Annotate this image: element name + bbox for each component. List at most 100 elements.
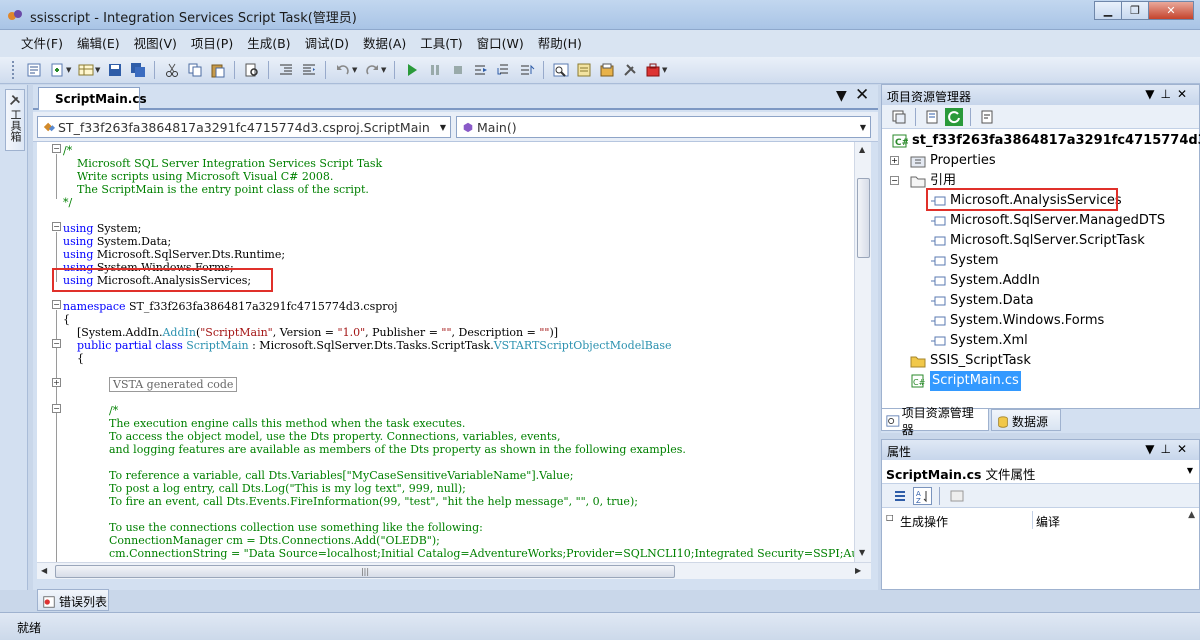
tree-node-properties[interactable]: Properties [910, 151, 996, 171]
toolbar-options-dropdown[interactable]: ▼ [662, 66, 670, 74]
start-debug-icon[interactable] [402, 61, 421, 79]
add-item-dropdown[interactable]: ▼ [66, 66, 74, 74]
collapse-toggle[interactable]: − [52, 339, 61, 348]
panel-dropdown-icon[interactable]: ▼ [1145, 442, 1160, 456]
save-icon[interactable] [105, 61, 124, 79]
outdent-icon[interactable] [276, 61, 295, 79]
copy-icon[interactable] [185, 61, 204, 79]
tree-node-reference[interactable]: Microsoft.SqlServer.ManagedDTS [930, 211, 1165, 231]
horizontal-scrollbar[interactable]: ◀ ||| ▶ [37, 562, 871, 579]
tools-icon[interactable] [620, 61, 639, 79]
add-item-icon[interactable] [47, 61, 66, 79]
toolbox-icon[interactable] [643, 61, 662, 79]
menu-help[interactable]: 帮助(H) [531, 30, 589, 57]
indent-icon[interactable] [299, 61, 318, 79]
property-row-build-action[interactable]: □ 生成操作 编译 ▲ [882, 510, 1199, 530]
tree-node-folder[interactable]: SSIS_ScriptTask [910, 351, 1031, 371]
close-button[interactable]: ✕ [1148, 1, 1194, 20]
panel-close-icon[interactable]: ✕ [1177, 87, 1193, 101]
tree-node-reference[interactable]: System.AddIn [930, 271, 1040, 291]
vertical-scrollbar[interactable]: ▲ ▼ [854, 142, 871, 562]
menu-window[interactable]: 窗口(W) [470, 30, 531, 57]
paste-icon[interactable] [208, 61, 227, 79]
menu-tools[interactable]: 工具(T) [413, 30, 469, 57]
reference-icon [931, 216, 946, 226]
menu-view[interactable]: 视图(V) [127, 30, 184, 57]
toolbar-grip[interactable] [12, 61, 16, 79]
scroll-up-icon[interactable]: ▲ [859, 145, 865, 154]
collapse-toggle[interactable]: − [52, 144, 61, 153]
tree-node-reference[interactable]: System [930, 251, 998, 271]
menu-project[interactable]: 项目(P) [184, 30, 240, 57]
properties-object-selector[interactable]: ScriptMain.cs 文件属性 ▼ [882, 460, 1199, 484]
collapse-toggle[interactable]: − [52, 300, 61, 309]
save-all-icon[interactable] [128, 61, 147, 79]
grid-dropdown[interactable]: ▼ [95, 66, 103, 74]
scroll-left-icon[interactable]: ◀ [41, 566, 47, 575]
minimize-button[interactable]: ▁ [1094, 1, 1122, 20]
undo-icon[interactable] [333, 61, 352, 79]
scroll-down-icon[interactable]: ▼ [859, 548, 865, 557]
tree-node-reference[interactable]: System.Data [930, 291, 1034, 311]
code-line: { [63, 352, 84, 365]
pin-icon[interactable]: ⊥ [1160, 87, 1176, 101]
solution-explorer-icon[interactable] [551, 61, 570, 79]
pause-icon[interactable] [425, 61, 444, 79]
expand-properties-toggle[interactable]: + [890, 156, 899, 165]
properties-window-icon[interactable] [574, 61, 593, 79]
step-out-icon[interactable] [517, 61, 536, 79]
restore-button[interactable]: ❐ [1121, 1, 1149, 20]
toolbox-tab[interactable]: 工具箱 [5, 89, 25, 151]
tab-solution-explorer[interactable]: 项目资源管理器 [881, 406, 989, 437]
menu-data[interactable]: 数据(A) [356, 30, 413, 57]
collapse-toggle[interactable]: − [52, 404, 61, 413]
tree-node-reference[interactable]: Microsoft.SqlServer.ScriptTask [930, 231, 1145, 251]
properties-icon[interactable] [923, 108, 941, 126]
tree-node-project[interactable]: C# st_f33f263fa3864817a3291fc4715774d3 [892, 131, 1200, 151]
pin-icon[interactable]: ⊥ [1160, 442, 1176, 456]
horizontal-scroll-thumb[interactable]: ||| [55, 565, 675, 578]
menu-debug[interactable]: 调试(D) [298, 30, 356, 57]
redo-dropdown[interactable]: ▼ [381, 66, 389, 74]
collapse-references-toggle[interactable]: − [890, 176, 899, 185]
scroll-right-icon[interactable]: ▶ [855, 566, 861, 575]
close-document-icon[interactable]: ✕ [855, 85, 869, 105]
redo-icon[interactable] [362, 61, 381, 79]
find-icon[interactable] [242, 61, 261, 79]
grid-icon[interactable] [76, 61, 95, 79]
menu-edit[interactable]: 编辑(E) [70, 30, 127, 57]
view-code-icon[interactable] [24, 61, 43, 79]
cut-icon[interactable] [162, 61, 181, 79]
property-pages-icon[interactable] [947, 487, 966, 505]
tab-data-sources[interactable]: 数据源 [991, 409, 1061, 431]
collapse-toggle[interactable]: − [52, 222, 61, 231]
active-files-dropdown-icon[interactable]: ▼ [836, 88, 847, 104]
collapse-category-icon[interactable]: □ [886, 513, 894, 522]
categorized-icon[interactable] [890, 487, 909, 505]
panel-close-icon[interactable]: ✕ [1177, 442, 1193, 456]
tree-node-reference[interactable]: System.Xml [930, 331, 1028, 351]
tree-node-file[interactable]: C# ScriptMain.cs [910, 371, 1021, 391]
step-over-icon[interactable] [494, 61, 513, 79]
type-combo[interactable]: ST_f33f263fa3864817a3291fc4715774d3.cspr… [37, 116, 451, 138]
show-all-files-icon[interactable] [890, 108, 908, 126]
scroll-arrow-icon[interactable]: ▲ [1188, 510, 1195, 520]
menu-file[interactable]: 文件(F) [14, 30, 70, 57]
member-combo[interactable]: Main() ▼ [456, 116, 871, 138]
error-list-tab[interactable]: 错误列表 [37, 589, 109, 611]
code-pane[interactable]: − − − − + − /* Microsoft SQL Server Inte… [37, 142, 854, 562]
collapsed-region[interactable]: VSTA generated code [109, 377, 238, 392]
view-code-icon[interactable] [978, 108, 996, 126]
doc-tab-scriptmain[interactable]: ScriptMain.cs [38, 87, 147, 110]
vertical-scroll-thumb[interactable] [857, 178, 870, 258]
alphabetical-icon[interactable]: AZ [913, 486, 932, 505]
step-into-icon[interactable] [471, 61, 490, 79]
stop-icon[interactable] [448, 61, 467, 79]
undo-dropdown[interactable]: ▼ [352, 66, 360, 74]
expand-toggle[interactable]: + [52, 378, 61, 387]
tree-node-reference[interactable]: System.Windows.Forms [930, 311, 1104, 331]
menu-build[interactable]: 生成(B) [240, 30, 297, 57]
object-browser-icon[interactable] [597, 61, 616, 79]
refresh-icon[interactable] [945, 107, 963, 126]
panel-dropdown-icon[interactable]: ▼ [1145, 87, 1160, 101]
